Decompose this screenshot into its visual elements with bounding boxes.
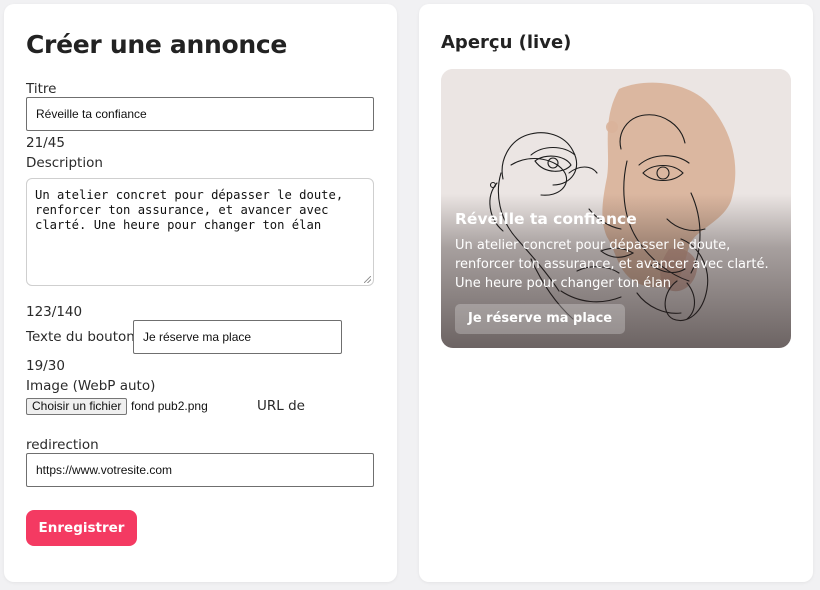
button-text-counter: 19/30 bbox=[26, 358, 65, 374]
description-label: Description bbox=[26, 155, 103, 171]
description-textarea[interactable]: Un atelier concret pour dépasser le dout… bbox=[26, 178, 374, 286]
button-text-input[interactable] bbox=[133, 320, 342, 354]
file-name: fond pub2.png bbox=[131, 399, 208, 413]
preview-heading: Réveille ta confiance bbox=[455, 210, 637, 228]
description-counter: 123/140 bbox=[26, 304, 83, 320]
url-input[interactable] bbox=[26, 453, 374, 487]
choose-file-button[interactable]: Choisir un fichier bbox=[26, 398, 128, 415]
preview-card: Aperçu (live) Réveille ta confiance Un a… bbox=[419, 4, 813, 582]
resize-handle-icon[interactable] bbox=[364, 276, 371, 283]
preview-description: Un atelier concret pour dépasser le dout… bbox=[455, 238, 769, 291]
form-card: Créer une annonce Titre 21/45 Descriptio… bbox=[4, 4, 397, 582]
button-text-label: Texte du bouton bbox=[26, 329, 135, 345]
save-button[interactable]: Enregistrer bbox=[26, 510, 137, 546]
title-counter: 21/45 bbox=[26, 135, 65, 151]
preview-cta-button[interactable]: Je réserve ma place bbox=[455, 304, 626, 334]
preview-banner: Réveille ta confiance Un atelier concret… bbox=[441, 69, 791, 348]
url-label-part2: redirection bbox=[26, 437, 99, 453]
form-title: Créer une annonce bbox=[26, 30, 287, 59]
description-wrapper: Un atelier concret pour dépasser le dout… bbox=[26, 178, 374, 286]
title-input[interactable] bbox=[26, 97, 374, 131]
title-label: Titre bbox=[26, 81, 57, 97]
url-label-part1: URL de bbox=[257, 398, 305, 414]
preview-title: Aperçu (live) bbox=[441, 32, 572, 53]
image-label: Image (WebP auto) bbox=[26, 378, 156, 394]
